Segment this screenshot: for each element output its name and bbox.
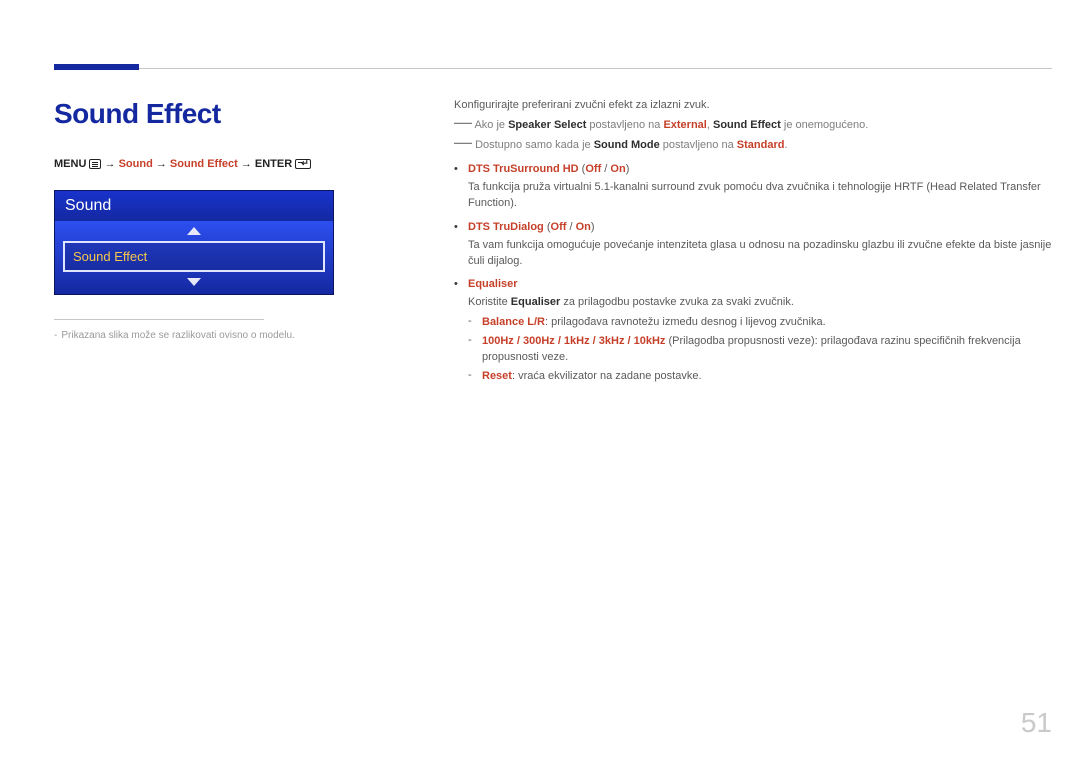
caption-text: Prikazana slika može se razlikovati ovis…: [61, 330, 294, 341]
separator: [54, 319, 264, 320]
f0-name: DTS TruSurround HD: [468, 163, 579, 175]
bc-sound: Sound: [119, 158, 153, 170]
note2-dash: ―: [454, 132, 472, 152]
note1-dash: ―: [454, 112, 472, 132]
menu-icon: [89, 159, 101, 169]
f2-desc-pre: Koristite: [468, 296, 511, 308]
f0-opt2: On: [610, 163, 625, 175]
note-1: ― Ako je Speaker Select postavljeno na E…: [454, 118, 1052, 134]
feature-dts-trudialog: DTS TruDialog (Off / On) Ta vam funkcija…: [454, 220, 1052, 270]
osd-menu: Sound Sound Effect: [54, 190, 334, 295]
sub2-h: Reset: [482, 370, 512, 382]
feature-equaliser: Equaliser Koristite Equaliser za prilago…: [454, 277, 1052, 385]
f2-desc: Koristite Equaliser za prilagodbu postav…: [468, 295, 1052, 311]
sub-frequencies: 100Hz / 300Hz / 1kHz / 3kHz / 10kHz (Pri…: [468, 334, 1052, 366]
note1-h1: External: [663, 119, 706, 131]
sub-balance: Balance L/R: prilagođava ravnotežu izmeđ…: [468, 315, 1052, 331]
enter-icon: [295, 159, 311, 169]
f1-sep: /: [566, 221, 575, 233]
f2-name: Equaliser: [468, 278, 518, 290]
chevron-down-icon[interactable]: [187, 278, 201, 286]
osd-body: Sound Effect: [55, 221, 333, 294]
note1-b1: Speaker Select: [508, 119, 586, 131]
caption-dash: -: [54, 330, 57, 341]
note1-b2: Sound Effect: [713, 119, 781, 131]
f1-name: DTS TruDialog: [468, 221, 544, 233]
note2-b1: Sound Mode: [594, 139, 660, 151]
sub2-t: : vraća ekvilizator na zadane postavke.: [512, 370, 702, 382]
bc-arrow2: →: [156, 158, 167, 170]
bc-sound-effect: Sound Effect: [170, 158, 238, 170]
f2-desc-post: za prilagodbu postavke zvuka za svaki zv…: [560, 296, 794, 308]
f1-opt1: Off: [551, 221, 567, 233]
f2-desc-bold: Equaliser: [511, 296, 561, 308]
sub0-t: : prilagođava ravnotežu između desnog i …: [545, 316, 826, 328]
top-accent-bar: [54, 64, 139, 70]
note1-t2: postavljeno na: [586, 119, 663, 131]
note1-t1: Ako je: [474, 119, 508, 131]
f0-desc: Ta funkcija pruža virtualni 5.1-kanalni …: [468, 180, 1052, 212]
feature-list: DTS TruSurround HD (Off / On) Ta funkcij…: [454, 162, 1052, 385]
f1-open: (: [544, 221, 551, 233]
left-column: Sound Effect MENU → Sound → Sound Effect…: [54, 98, 394, 393]
osd-header: Sound: [55, 191, 333, 221]
bc-enter: ENTER: [255, 158, 292, 170]
image-caption: -Prikazana slika može se razlikovati ovi…: [54, 330, 394, 341]
note-2: ― Dostupno samo kada je Sound Mode posta…: [454, 138, 1052, 154]
bc-menu: MENU: [54, 158, 86, 170]
note2-h1: Standard: [737, 139, 785, 151]
f0-close: ): [626, 163, 630, 175]
sub0-h: Balance L/R: [482, 316, 545, 328]
osd-item-sound-effect[interactable]: Sound Effect: [63, 241, 325, 272]
f0-opt1: Off: [585, 163, 601, 175]
bc-arrow1: →: [105, 158, 116, 170]
note2-t2: postavljeno na: [660, 139, 737, 151]
sub-reset: Reset: vraća ekvilizator na zadane posta…: [468, 369, 1052, 385]
sub1-h: 100Hz / 300Hz / 1kHz / 3kHz / 10kHz: [482, 335, 665, 347]
page-title: Sound Effect: [54, 98, 394, 130]
intro-text: Konfigurirajte preferirani zvučni efekt …: [454, 98, 1052, 114]
equaliser-sublist: Balance L/R: prilagođava ravnotežu izmeđ…: [468, 315, 1052, 385]
page-number: 51: [1021, 707, 1052, 739]
bc-arrow3: →: [241, 158, 252, 170]
chevron-up-icon[interactable]: [187, 227, 201, 235]
breadcrumb: MENU → Sound → Sound Effect → ENTER: [54, 158, 394, 170]
f1-opt2: On: [576, 221, 591, 233]
page-content: Sound Effect MENU → Sound → Sound Effect…: [54, 98, 1052, 393]
note1-t4: je onemogućeno.: [781, 119, 868, 131]
right-column: Konfigurirajte preferirani zvučni efekt …: [454, 98, 1052, 393]
f1-desc: Ta vam funkcija omogućuje povećanje inte…: [468, 238, 1052, 270]
note2-t1: Dostupno samo kada je: [475, 139, 594, 151]
top-rule: [54, 68, 1052, 69]
note2-t3: .: [784, 139, 787, 151]
feature-dts-trusurround: DTS TruSurround HD (Off / On) Ta funkcij…: [454, 162, 1052, 212]
f1-close: ): [591, 221, 595, 233]
